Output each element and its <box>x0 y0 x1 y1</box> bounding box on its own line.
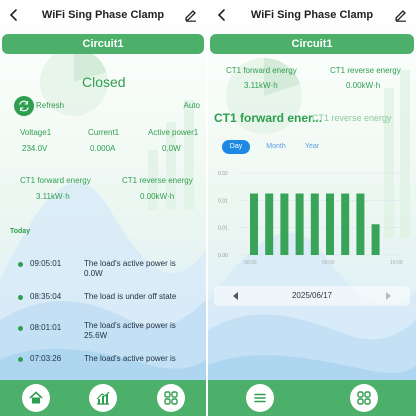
reverse-energy-label: CT1 reverse energy <box>330 66 401 75</box>
log-text: The load's active power is 0.0W <box>84 259 176 278</box>
x-tick-label: 00:00 <box>244 260 257 266</box>
auto-label[interactable]: Auto <box>184 101 200 110</box>
energy-statistics-screen: WiFi Sing Phase Clamp Circuit1 CT1 forwa… <box>208 0 416 416</box>
circuit-tab[interactable]: Circuit1 <box>210 34 414 54</box>
chart-series-title: CT1 forward ener... <box>214 111 323 125</box>
log-time: 08:01:01 <box>30 323 62 332</box>
page-title: WiFi Sing Phase Clamp <box>250 9 374 21</box>
log-dot <box>18 295 23 300</box>
current-value: 0.000A <box>90 144 116 153</box>
chart-bar[interactable] <box>356 193 365 256</box>
date-selector: 2025/06/17 <box>214 286 410 306</box>
log-item[interactable]: 07:03:26 The load's active power is <box>14 352 200 366</box>
log-time: 09:05:01 <box>30 259 62 268</box>
log-text: The load's active power is 25.6W <box>84 321 176 340</box>
y-tick-label: 0.02 <box>218 171 228 177</box>
selected-date[interactable]: 2025/06/17 <box>214 291 410 300</box>
chart-bar[interactable] <box>295 193 304 256</box>
chart-bar[interactable] <box>326 193 334 256</box>
energy-chart-card: Day Month Year 0.02 0.01 0.01 0.00 00:00 00:0… <box>214 131 410 277</box>
menu-icon <box>254 393 266 403</box>
bottom-nav <box>0 380 206 416</box>
reverse-energy-value: 0.00kW·h <box>346 81 381 90</box>
chart-icon <box>96 391 110 405</box>
device-status-screen: WiFi Sing Phase Clamp Circuit1 Closed Re… <box>0 0 206 416</box>
log-time: 08:35:04 <box>30 292 62 301</box>
log-dot <box>18 357 23 362</box>
reverse-energy-label: CT1 reverse energy <box>122 176 193 185</box>
log-text: The load's active power is <box>84 354 176 363</box>
refresh-icon <box>19 100 29 112</box>
more-button[interactable] <box>350 384 378 412</box>
active-power-value: 0.0W <box>162 144 181 153</box>
bottom-nav <box>208 380 416 416</box>
log-text: The load is under off state <box>84 292 177 301</box>
top-bar: WiFi Sing Phase Clamp <box>208 0 416 32</box>
log-time: 07:03:26 <box>30 354 62 363</box>
energy-bar-chart: 0.02 0.01 0.01 0.00 00:00 00:00 10:00 <box>218 171 403 266</box>
log-dot <box>18 326 23 331</box>
voltage-value: 234.0V <box>22 144 48 153</box>
chart-bar[interactable] <box>265 193 274 256</box>
switch-status: Closed <box>82 74 126 90</box>
circuit-tab[interactable]: Circuit1 <box>2 34 204 54</box>
page-title: WiFi Sing Phase Clamp <box>41 9 165 21</box>
statistics-button[interactable] <box>89 384 117 412</box>
reverse-energy-value: 0.00kW·h <box>140 192 175 201</box>
next-date-icon[interactable] <box>382 290 394 302</box>
x-tick-label: 00:00 <box>322 260 335 266</box>
chart-bar[interactable] <box>280 193 289 256</box>
current-label: Current1 <box>88 128 120 137</box>
home-icon <box>29 391 43 404</box>
chart-bar[interactable] <box>371 224 380 255</box>
forward-energy-value: 3.11kW·h <box>244 81 278 90</box>
y-tick-label: 0.01 <box>218 226 228 232</box>
home-button[interactable] <box>22 384 50 412</box>
refresh-label[interactable]: Refresh <box>36 101 64 110</box>
log-item[interactable]: 08:01:01 The load's active power is 25.6… <box>14 319 200 341</box>
more-button[interactable] <box>157 384 185 412</box>
voltage-label: Voltage1 <box>20 128 52 137</box>
top-bar: WiFi Sing Phase Clamp <box>0 0 206 32</box>
chart-series-alt[interactable]: CT1 reverse energy <box>312 113 392 123</box>
y-tick-label: 0.01 <box>218 198 228 204</box>
log-dot <box>18 262 23 267</box>
edit-icon[interactable] <box>184 8 198 22</box>
chart-bar[interactable] <box>341 193 350 256</box>
forward-energy-value: 3.11kW·h <box>36 192 70 201</box>
grid-icon <box>164 391 178 405</box>
x-tick-label: 10:00 <box>390 260 403 266</box>
forward-energy-label: CT1 forward energy <box>20 176 91 185</box>
grid-icon <box>357 391 371 405</box>
log-item[interactable]: 09:05:01 The load's active power is 0.0W <box>14 257 200 279</box>
chart-bar[interactable] <box>310 193 319 256</box>
menu-button[interactable] <box>246 384 274 412</box>
chart-bar[interactable] <box>250 193 258 256</box>
active-power-label: Active power1 <box>148 128 199 137</box>
edit-icon[interactable] <box>394 8 408 22</box>
today-heading: Today <box>10 228 31 235</box>
refresh-button[interactable] <box>14 96 34 116</box>
log-item[interactable]: 08:35:04 The load is under off state <box>14 290 200 312</box>
y-tick-label: 0.00 <box>218 253 228 259</box>
forward-energy-label: CT1 forward energy <box>226 66 297 75</box>
